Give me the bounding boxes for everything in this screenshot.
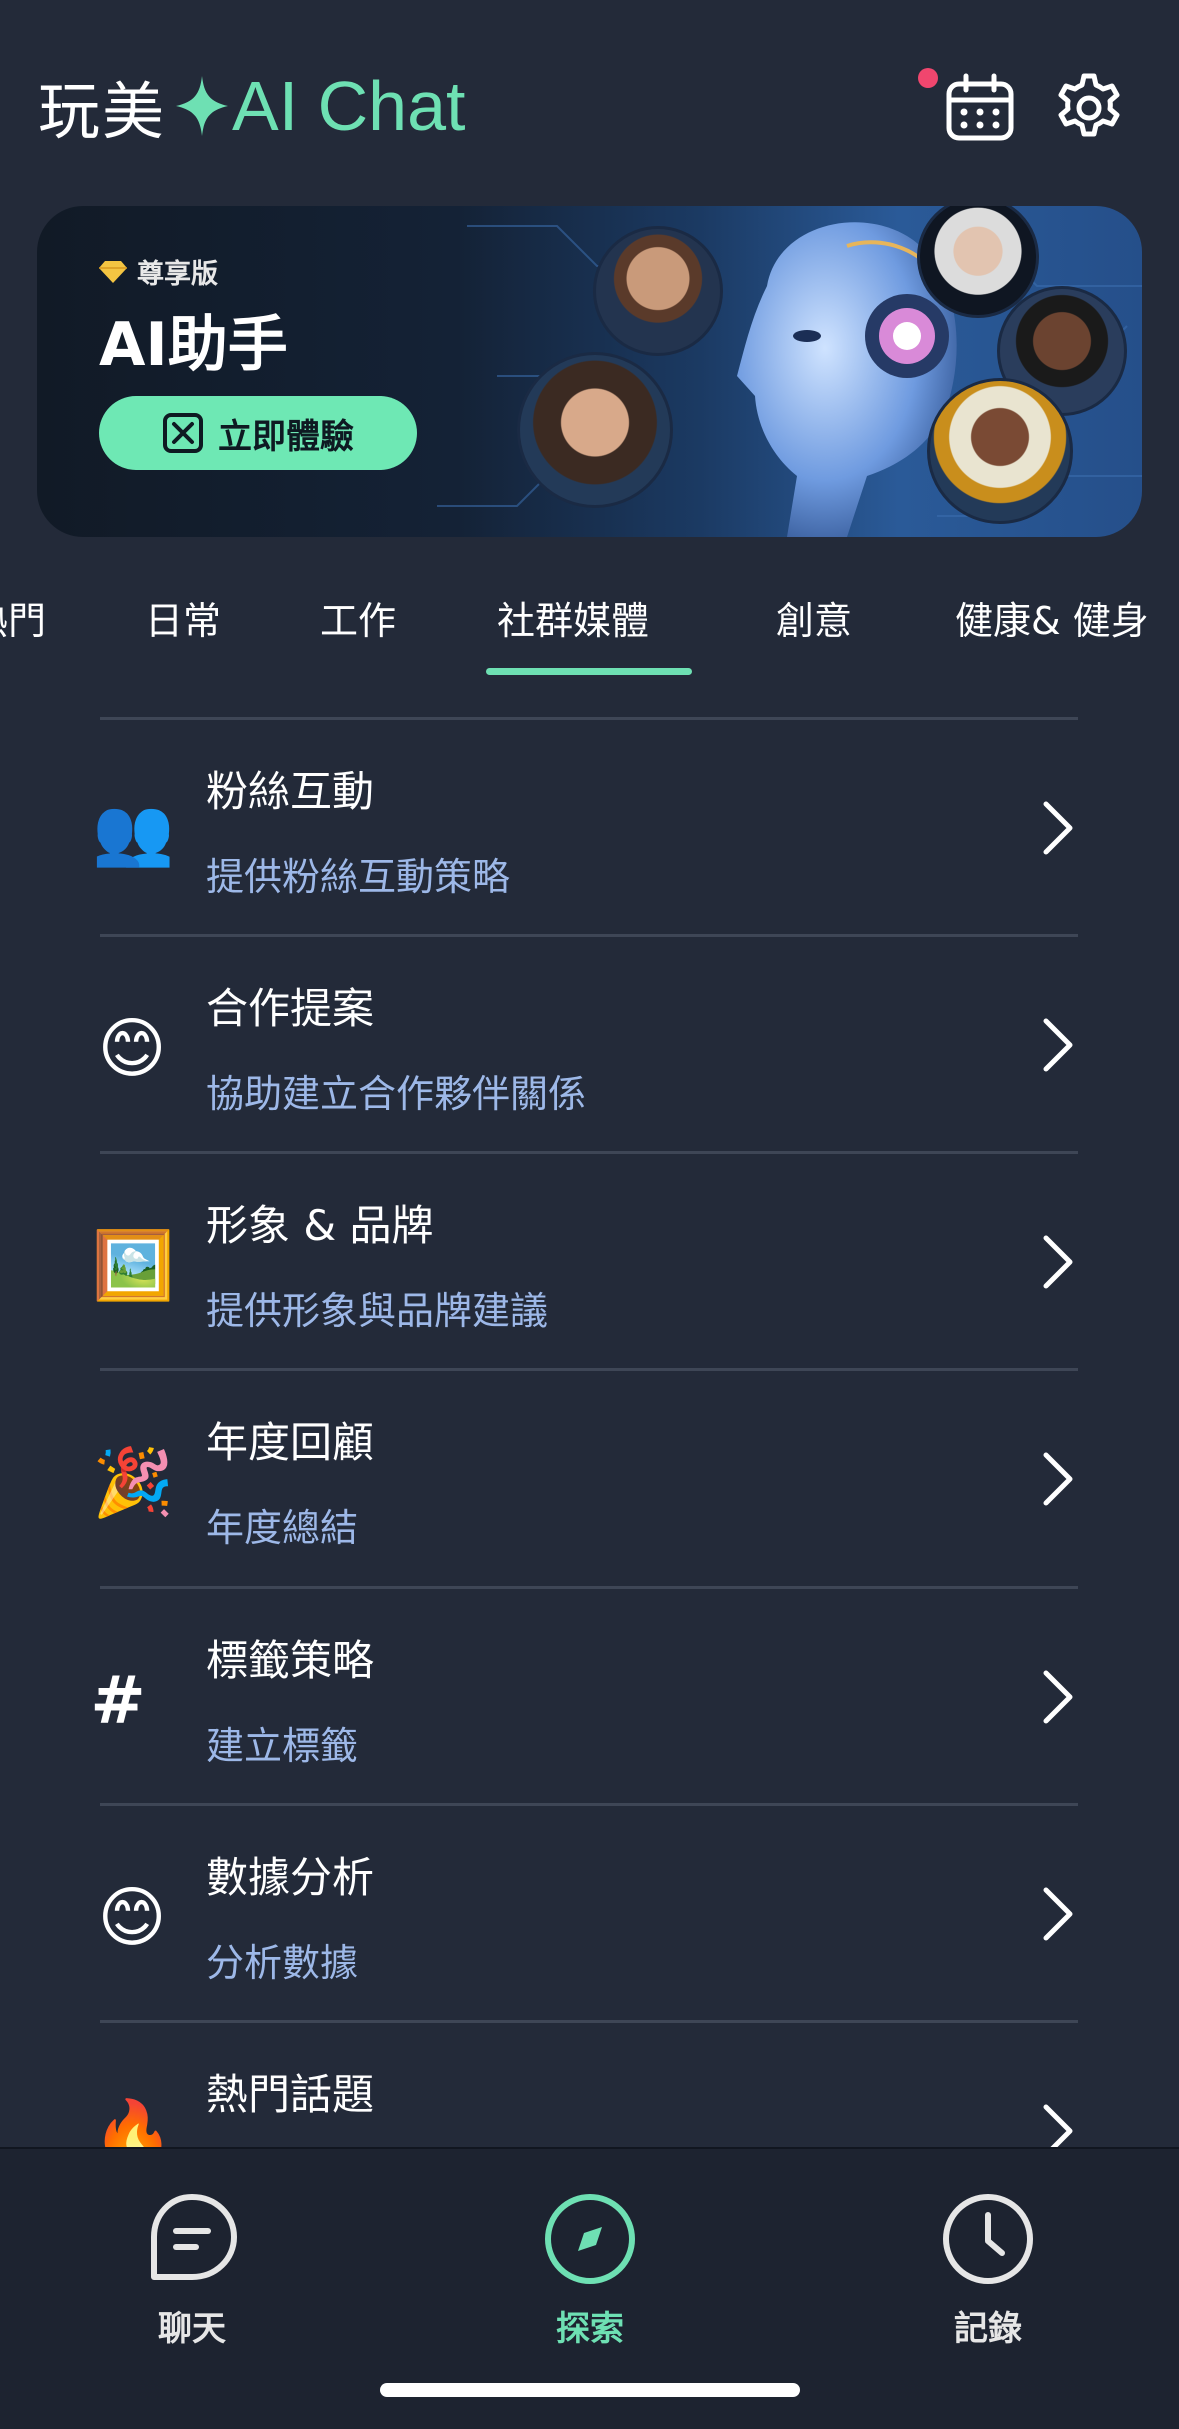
banner-title: AI助手 <box>99 310 288 380</box>
chevron-right-icon <box>1043 801 1073 855</box>
party-popper-icon: 🎉 <box>92 1444 175 1521</box>
avatar-woman-sunglasses <box>927 378 1073 524</box>
list-item-fan-engagement[interactable]: 👥 粉絲互動 提供粉絲互動策略 <box>0 720 1179 935</box>
premium-badge: 尊享版 <box>99 252 218 291</box>
compass-icon <box>545 2194 635 2284</box>
list-item-title: 熱門話題 <box>206 2070 375 2119</box>
ai-box-icon <box>163 413 203 453</box>
hashtag-icon: # <box>90 1662 146 1739</box>
try-now-label: 立即體驗 <box>218 416 354 457</box>
list-item-title: 合作提案 <box>206 984 375 1033</box>
chevron-right-icon <box>1043 1887 1073 1941</box>
premium-badge-label: 尊享版 <box>137 259 218 290</box>
avatar-woman-dark-hair <box>517 352 673 508</box>
nav-history[interactable]: 記錄 <box>888 2191 1088 2350</box>
nav-history-label: 記錄 <box>954 2309 1022 2349</box>
sparkle-icon <box>176 76 229 136</box>
list-item-subtitle: 年度總結 <box>206 1506 359 1550</box>
clock-icon <box>943 2194 1033 2284</box>
chevron-right-icon <box>1043 1452 1073 1506</box>
gear-icon[interactable] <box>1053 72 1125 144</box>
list-item-year-review[interactable]: 🎉 年度回顧 年度總結 <box>0 1371 1179 1586</box>
chevron-right-icon <box>1043 1018 1073 1072</box>
list-item-title: 標籤策略 <box>206 1636 375 1685</box>
tab-social-media[interactable]: 社群媒體 <box>497 590 649 645</box>
list-item-subtitle: 提供形象與品牌建議 <box>206 1289 549 1333</box>
home-indicator[interactable] <box>380 2383 800 2397</box>
app-title-ai-text: AI Chat <box>232 67 466 145</box>
notification-dot <box>918 68 938 88</box>
active-tab-indicator <box>486 668 692 675</box>
app-title: 玩美 AI Chat <box>38 66 465 148</box>
diamond-icon <box>99 260 127 283</box>
list-item-subtitle: 建立標籤 <box>206 1724 359 1768</box>
premium-banner[interactable]: 尊享版 AI助手 立即體驗 <box>37 206 1142 537</box>
app-title-cn: 玩美 <box>38 75 167 148</box>
tab-daily[interactable]: 日常 <box>145 590 221 645</box>
nav-chat-label: 聊天 <box>158 2309 226 2349</box>
framed-picture-icon: 🖼️ <box>92 1227 175 1304</box>
tab-work[interactable]: 工作 <box>320 590 396 645</box>
smile-icon: 😊 <box>97 1879 167 1956</box>
chevron-right-icon <box>1043 1670 1073 1724</box>
tab-popular[interactable]: 熱門 <box>0 590 46 645</box>
try-now-button[interactable]: 立即體驗 <box>99 396 417 470</box>
list-item-title: 數據分析 <box>206 1853 375 1902</box>
list-item-data-analysis[interactable]: 😊 數據分析 分析數據 <box>0 1806 1179 2021</box>
category-tabs: 熱門 日常 工作 社群媒體 創意 健康& 健身 <box>0 590 1179 690</box>
nav-explore[interactable]: 探索 <box>490 2191 690 2350</box>
smile-icon: 😊 <box>97 1010 167 1087</box>
list-item-image-brand[interactable]: 🖼️ 形象 & 品牌 提供形象與品牌建議 <box>0 1154 1179 1369</box>
list-item-collaboration[interactable]: 😊 合作提案 協助建立合作夥伴關係 <box>0 937 1179 1152</box>
list-item-subtitle: 提供粉絲互動策略 <box>206 855 511 899</box>
tab-creative[interactable]: 創意 <box>776 590 852 645</box>
avatar-man <box>593 226 723 356</box>
chat-icon <box>151 2194 237 2280</box>
people-icon: 👥 <box>92 793 175 870</box>
list-item-title: 粉絲互動 <box>206 767 375 816</box>
nav-explore-label: 探索 <box>556 2309 624 2349</box>
tab-health-fitness[interactable]: 健康& 健身 <box>955 590 1149 645</box>
chevron-right-icon <box>1043 1235 1073 1289</box>
list-item-subtitle: 協助建立合作夥伴關係 <box>206 1072 587 1116</box>
list-item-hashtag-strategy[interactable]: # 標籤策略 建立標籤 <box>0 1589 1179 1804</box>
nav-chat[interactable]: 聊天 <box>92 2191 292 2350</box>
list-item-subtitle: 分析數據 <box>206 1941 359 1985</box>
app-title-ai: AI Chat <box>176 66 465 146</box>
list-item-title: 形象 & 品牌 <box>206 1201 434 1250</box>
list-item-title: 年度回顧 <box>206 1418 375 1467</box>
calendar-icon[interactable] <box>944 72 1016 144</box>
